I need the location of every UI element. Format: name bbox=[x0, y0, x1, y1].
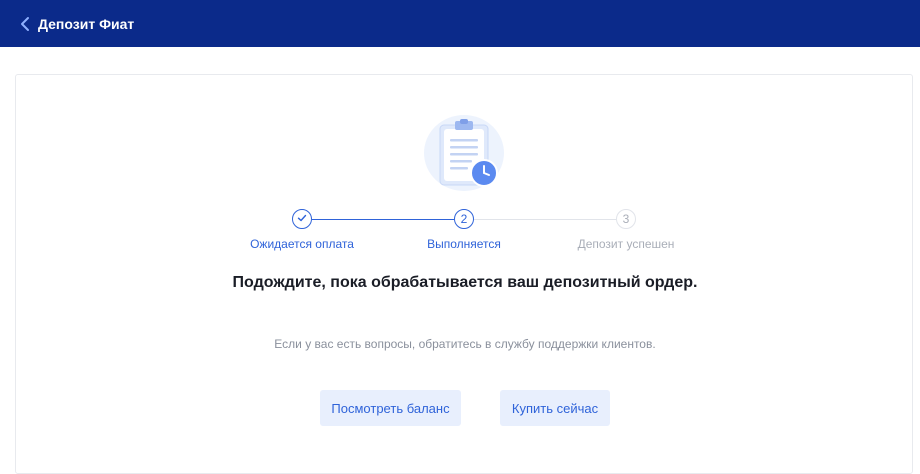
step-1-label: Ожидается оплата bbox=[250, 237, 354, 251]
buy-now-button[interactable]: Купить сейчас bbox=[500, 390, 610, 426]
chevron-left-icon bbox=[20, 16, 30, 32]
step-3-label: Депозит успешен bbox=[577, 237, 675, 251]
page-title: Депозит Фиат bbox=[38, 15, 135, 32]
check-icon bbox=[297, 212, 307, 226]
step-connector-2 bbox=[474, 219, 616, 220]
step-2-number: 2 bbox=[460, 212, 468, 226]
top-bar: Депозит Фиат bbox=[0, 0, 920, 47]
step-3-number: 3 bbox=[622, 212, 630, 226]
back-button[interactable]: Депозит Фиат bbox=[20, 9, 134, 39]
clipboard-clock-icon bbox=[424, 115, 504, 195]
progress-stepper: 2 3 Ожидается оплата Выполняется Депозит… bbox=[240, 208, 680, 258]
step-3-circle: 3 bbox=[616, 209, 636, 229]
step-2-label: Выполняется bbox=[427, 237, 501, 251]
step-connector-1 bbox=[312, 219, 454, 220]
status-heading: Подождите, пока обрабатывается ваш депоз… bbox=[232, 274, 698, 291]
step-1-circle bbox=[292, 209, 312, 229]
support-hint: Если у вас есть вопросы, обратитесь в сл… bbox=[274, 337, 656, 351]
step-2-circle: 2 bbox=[454, 209, 474, 229]
view-balance-button[interactable]: Посмотреть баланс bbox=[320, 390, 461, 426]
